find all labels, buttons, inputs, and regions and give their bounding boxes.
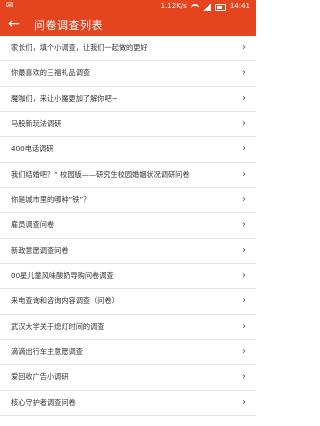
- list-item-label: 核心守护者调查问卷: [11, 397, 76, 407]
- list-item[interactable]: 你是城市里的哪种“铁”？ ›: [0, 188, 256, 214]
- chevron-right-icon: ›: [242, 295, 246, 307]
- list-item-label: 滴滴出行车主意愿调查: [11, 347, 83, 357]
- list-item[interactable]: 我们结婚吧？” 校园版——研究生校园婚姻状况调研问卷 ›: [0, 163, 256, 188]
- list-item[interactable]: 核心守护者调查问卷 ›: [0, 391, 256, 416]
- chevron-right-icon: ›: [242, 371, 246, 383]
- list-item[interactable]: 魔咖们，来让小魔更加了解你吧~ ›: [0, 87, 256, 112]
- list-item-label: 00星儿童风味酸奶导购问卷调查: [11, 271, 114, 281]
- chevron-right-icon: ›: [242, 168, 246, 180]
- signal-icon: [202, 4, 211, 11]
- app-bar: ← 问卷调查列表: [0, 13, 256, 36]
- chevron-right-icon: ›: [242, 67, 246, 79]
- chevron-right-icon: ›: [242, 118, 246, 130]
- list-item-label: 爱回收广告小调研: [11, 372, 69, 382]
- chevron-right-icon: ›: [242, 346, 246, 358]
- chevron-right-icon: ›: [242, 42, 246, 54]
- chevron-right-icon: ›: [242, 270, 246, 282]
- list-item[interactable]: 滴滴出行车主意愿调查 ›: [0, 340, 256, 366]
- notification-icon: ✉: [6, 1, 14, 11]
- list-item-label: 你是城市里的哪种“铁”？: [11, 195, 91, 205]
- list-item[interactable]: 雇员调查问卷 ›: [0, 213, 256, 239]
- chevron-right-icon: ›: [242, 244, 246, 256]
- page-title: 问卷调查列表: [34, 18, 103, 32]
- list-item-label: 武汉大学关于熄灯时间的调查: [11, 321, 105, 331]
- list-item-label: 你最喜欢的三福礼品调查: [11, 68, 91, 78]
- list-item-label: 家长们，填个小调查，让我们一起做的更好: [11, 43, 148, 53]
- list-item-label: 我们结婚吧？” 校园版——研究生校园婚姻状况调研问卷: [11, 169, 190, 179]
- list-item-label: 新政意愿调查问卷: [11, 245, 69, 255]
- list-item[interactable]: 新政意愿调查问卷 ›: [0, 239, 256, 264]
- list-item[interactable]: 马股新玩法调研 ›: [0, 112, 256, 138]
- list-item-label: 马股新玩法调研: [11, 119, 62, 129]
- chevron-right-icon: ›: [242, 396, 246, 408]
- list-item[interactable]: 家长们，填个小调查，让我们一起做的更好 ›: [0, 36, 256, 62]
- list-item-label: 雇员调查问卷: [11, 220, 55, 230]
- chevron-right-icon: ›: [242, 219, 246, 231]
- list-item-label: 魔咖们，来让小魔更加了解你吧~: [11, 93, 118, 103]
- list-item[interactable]: 爱回收广告小调研 ›: [0, 365, 256, 391]
- status-right-group: 1.12K/s 14:41: [161, 0, 250, 13]
- list-item[interactable]: 武汉大学关于熄灯时间的调查 ›: [0, 315, 256, 340]
- list-item[interactable]: 你最喜欢的三福礼品调查 ›: [0, 61, 256, 87]
- survey-list: 家长们，填个小调查，让我们一起做的更好 › 你最喜欢的三福礼品调查 › 魔咖们，来让…: [0, 36, 256, 416]
- list-item-label: 400电话调研: [11, 144, 54, 154]
- chevron-right-icon: ›: [242, 194, 246, 206]
- list-item[interactable]: 来电查询和咨询内容调查（问卷） ›: [0, 289, 256, 315]
- list-item[interactable]: 400电话调研 ›: [0, 137, 256, 163]
- status-bar: ✉ 1.12K/s 14:41: [0, 0, 256, 13]
- clock: 14:41: [229, 2, 250, 10]
- chevron-right-icon: ›: [242, 143, 246, 155]
- wifi-icon: [190, 3, 199, 12]
- chevron-right-icon: ›: [242, 92, 246, 104]
- list-item[interactable]: 00星儿童风味酸奶导购问卷调查 ›: [0, 264, 256, 290]
- list-item-label: 来电查询和咨询内容调查（问卷）: [11, 296, 119, 306]
- battery-icon: [214, 4, 226, 11]
- net-speed: 1.12K/s: [160, 2, 187, 10]
- chevron-right-icon: ›: [242, 320, 246, 332]
- back-arrow-icon[interactable]: ←: [0, 13, 28, 36]
